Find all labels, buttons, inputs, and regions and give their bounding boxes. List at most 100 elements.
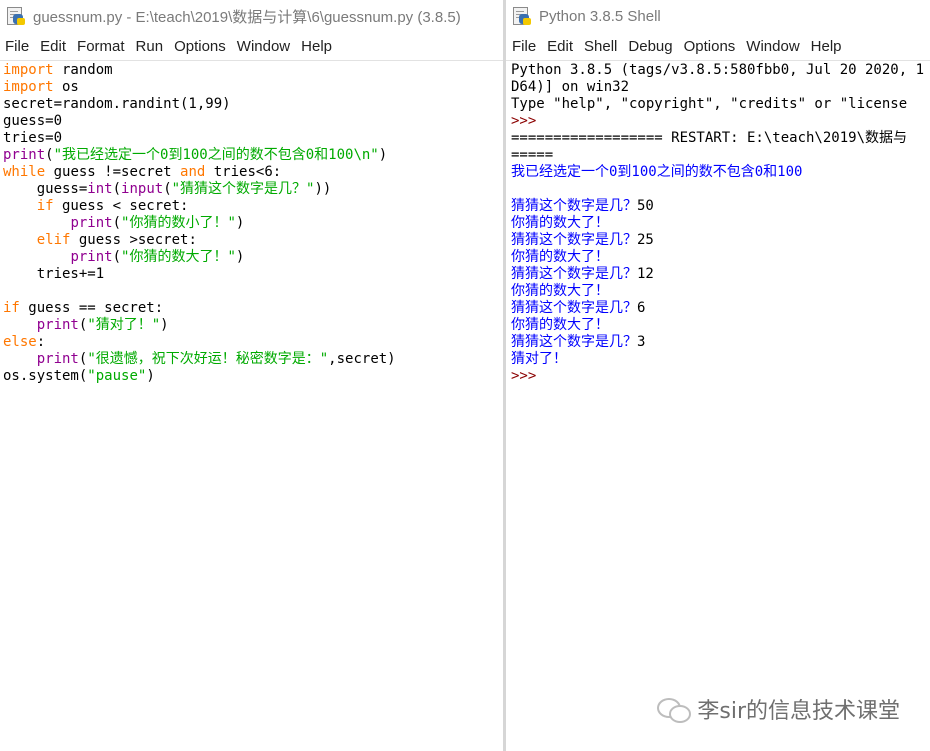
editor-line: elif guess >secret:	[3, 232, 396, 249]
editor-token: tries+=1	[3, 266, 105, 282]
editor-token: if	[36, 198, 54, 214]
editor-token: )	[235, 249, 245, 265]
shell-menu-edit[interactable]: Edit	[541, 38, 573, 55]
shell-menu-shell[interactable]: Shell	[578, 38, 617, 55]
shell-window-title: Python 3.8.5 Shell	[539, 7, 661, 25]
shell-menu-window[interactable]: Window	[740, 38, 799, 55]
editor-token: )	[146, 368, 155, 384]
shell-token: 你猜的数大了！	[511, 215, 609, 231]
editor-token: input	[121, 181, 164, 197]
editor-line: tries=0	[3, 130, 396, 147]
editor-token	[3, 198, 37, 214]
editor-line: print("猜对了！")	[3, 317, 396, 334]
editor-token: "猜对了！"	[87, 317, 161, 333]
shell-token: >>>	[511, 113, 537, 129]
shell-token: 猜猜这个数字是几？	[511, 300, 637, 316]
editor-token: (	[112, 181, 122, 197]
wechat-icon	[657, 695, 692, 723]
shell-line: D64)] on win32	[511, 79, 924, 96]
shell-line: ================== RESTART: E:\teach\201…	[511, 130, 924, 147]
editor-token	[3, 317, 37, 333]
shell-token: Type "help", "copyright", "credits" or "…	[511, 96, 908, 112]
editor-token: while	[3, 164, 46, 180]
editor-window: guessnum.py - E:\teach\2019\数据与计算\6\gues…	[0, 0, 503, 751]
shell-token: 12	[637, 266, 654, 282]
shell-title-bar[interactable]: Python 3.8.5 Shell	[506, 0, 930, 32]
shell-token: 猜猜这个数字是几？	[511, 232, 637, 248]
shell-token: D64)] on win32	[511, 79, 630, 95]
editor-window-title: guessnum.py - E:\teach\2019\数据与计算\6\gues…	[33, 8, 461, 26]
editor-menu-run[interactable]: Run	[131, 38, 164, 55]
shell-line: Type "help", "copyright", "credits" or "…	[511, 96, 924, 113]
shell-output-area[interactable]: Python 3.8.5 (tags/v3.8.5:580fbb0, Jul 2…	[511, 62, 924, 385]
editor-token: guess >secret:	[70, 232, 197, 248]
shell-token: 猜对了！	[511, 351, 567, 367]
editor-menu-file[interactable]: File	[0, 38, 29, 55]
editor-token: tries=0	[3, 130, 63, 146]
editor-token: guess == secret:	[19, 300, 164, 316]
editor-line: tries+=1	[3, 266, 396, 283]
shell-menu-help[interactable]: Help	[805, 38, 842, 55]
editor-token: tries<6:	[205, 164, 282, 180]
editor-token: int	[87, 181, 113, 197]
shell-window: Python 3.8.5 Shell File Edit Shell Debug…	[506, 0, 930, 751]
shell-token: 你猜的数大了！	[511, 249, 609, 265]
editor-menu-window[interactable]: Window	[232, 38, 290, 55]
editor-token: (	[112, 249, 122, 265]
editor-code-area[interactable]: import random import os secret=random.rand…	[3, 62, 396, 385]
editor-token: "你猜的数大了！"	[121, 249, 236, 265]
editor-token: print	[36, 351, 79, 367]
editor-line: print("很遗憾，祝下次好运！秘密数字是：",secret)	[3, 351, 396, 368]
editor-token	[3, 351, 37, 367]
shell-menu-file[interactable]: File	[506, 38, 536, 55]
editor-line: os.system("pause")	[3, 368, 396, 385]
shell-line: 你猜的数大了！	[511, 283, 924, 300]
editor-token: and	[180, 164, 206, 180]
editor-token: guess !=secret	[45, 164, 181, 180]
editor-token: (	[112, 215, 122, 231]
shell-token: 猜猜这个数字是几？	[511, 198, 637, 214]
editor-token: "猜猜这个数字是几？"	[171, 181, 315, 197]
editor-menu-format[interactable]: Format	[72, 38, 125, 55]
shell-menu-options[interactable]: Options	[678, 38, 736, 55]
shell-token: 猜猜这个数字是几？	[511, 266, 637, 282]
editor-token: os.system(	[3, 368, 88, 384]
editor-token: elif	[36, 232, 71, 248]
shell-line: 猜猜这个数字是几？3	[511, 334, 924, 351]
editor-token: guess=0	[3, 113, 63, 129]
editor-menu-help[interactable]: Help	[296, 38, 332, 55]
shell-line: 你猜的数大了！	[511, 317, 924, 334]
shell-token: 50	[637, 198, 654, 214]
shell-line: =====	[511, 147, 924, 164]
editor-token: "你猜的数小了！"	[121, 215, 236, 231]
shell-line: >>>	[511, 368, 924, 385]
shell-line: 你猜的数大了！	[511, 249, 924, 266]
shell-line: >>>	[511, 113, 924, 130]
editor-token	[3, 232, 37, 248]
editor-token: random	[53, 62, 113, 78]
editor-menu-options[interactable]: Options	[169, 38, 226, 55]
shell-line: Python 3.8.5 (tags/v3.8.5:580fbb0, Jul 2…	[511, 62, 924, 79]
editor-line: guess=0	[3, 113, 396, 130]
editor-token: "很遗憾，祝下次好运！秘密数字是："	[87, 351, 329, 367]
editor-menu-edit[interactable]: Edit	[35, 38, 66, 55]
editor-token: print	[3, 147, 46, 163]
editor-line: print("我已经选定一个0到100之间的数不包含0和100\n")	[3, 147, 396, 164]
idle-file-icon	[7, 7, 25, 25]
editor-line: print("你猜的数大了！")	[3, 249, 396, 266]
shell-token: Python 3.8.5 (tags/v3.8.5:580fbb0, Jul 2…	[511, 62, 925, 78]
shell-line: 猜猜这个数字是几？25	[511, 232, 924, 249]
editor-token: os	[53, 79, 79, 95]
shell-menu-debug[interactable]: Debug	[622, 38, 672, 55]
editor-token: ,secret)	[328, 351, 396, 367]
shell-line: 猜对了！	[511, 351, 924, 368]
editor-line: if guess < secret:	[3, 198, 396, 215]
editor-token: (	[45, 147, 54, 163]
editor-line: else:	[3, 334, 396, 351]
editor-line: if guess == secret:	[3, 300, 396, 317]
editor-line: print("你猜的数小了！")	[3, 215, 396, 232]
editor-token: import	[3, 79, 54, 95]
editor-title-bar[interactable]: guessnum.py - E:\teach\2019\数据与计算\6\gues…	[0, 0, 503, 32]
shell-token: 25	[637, 232, 654, 248]
